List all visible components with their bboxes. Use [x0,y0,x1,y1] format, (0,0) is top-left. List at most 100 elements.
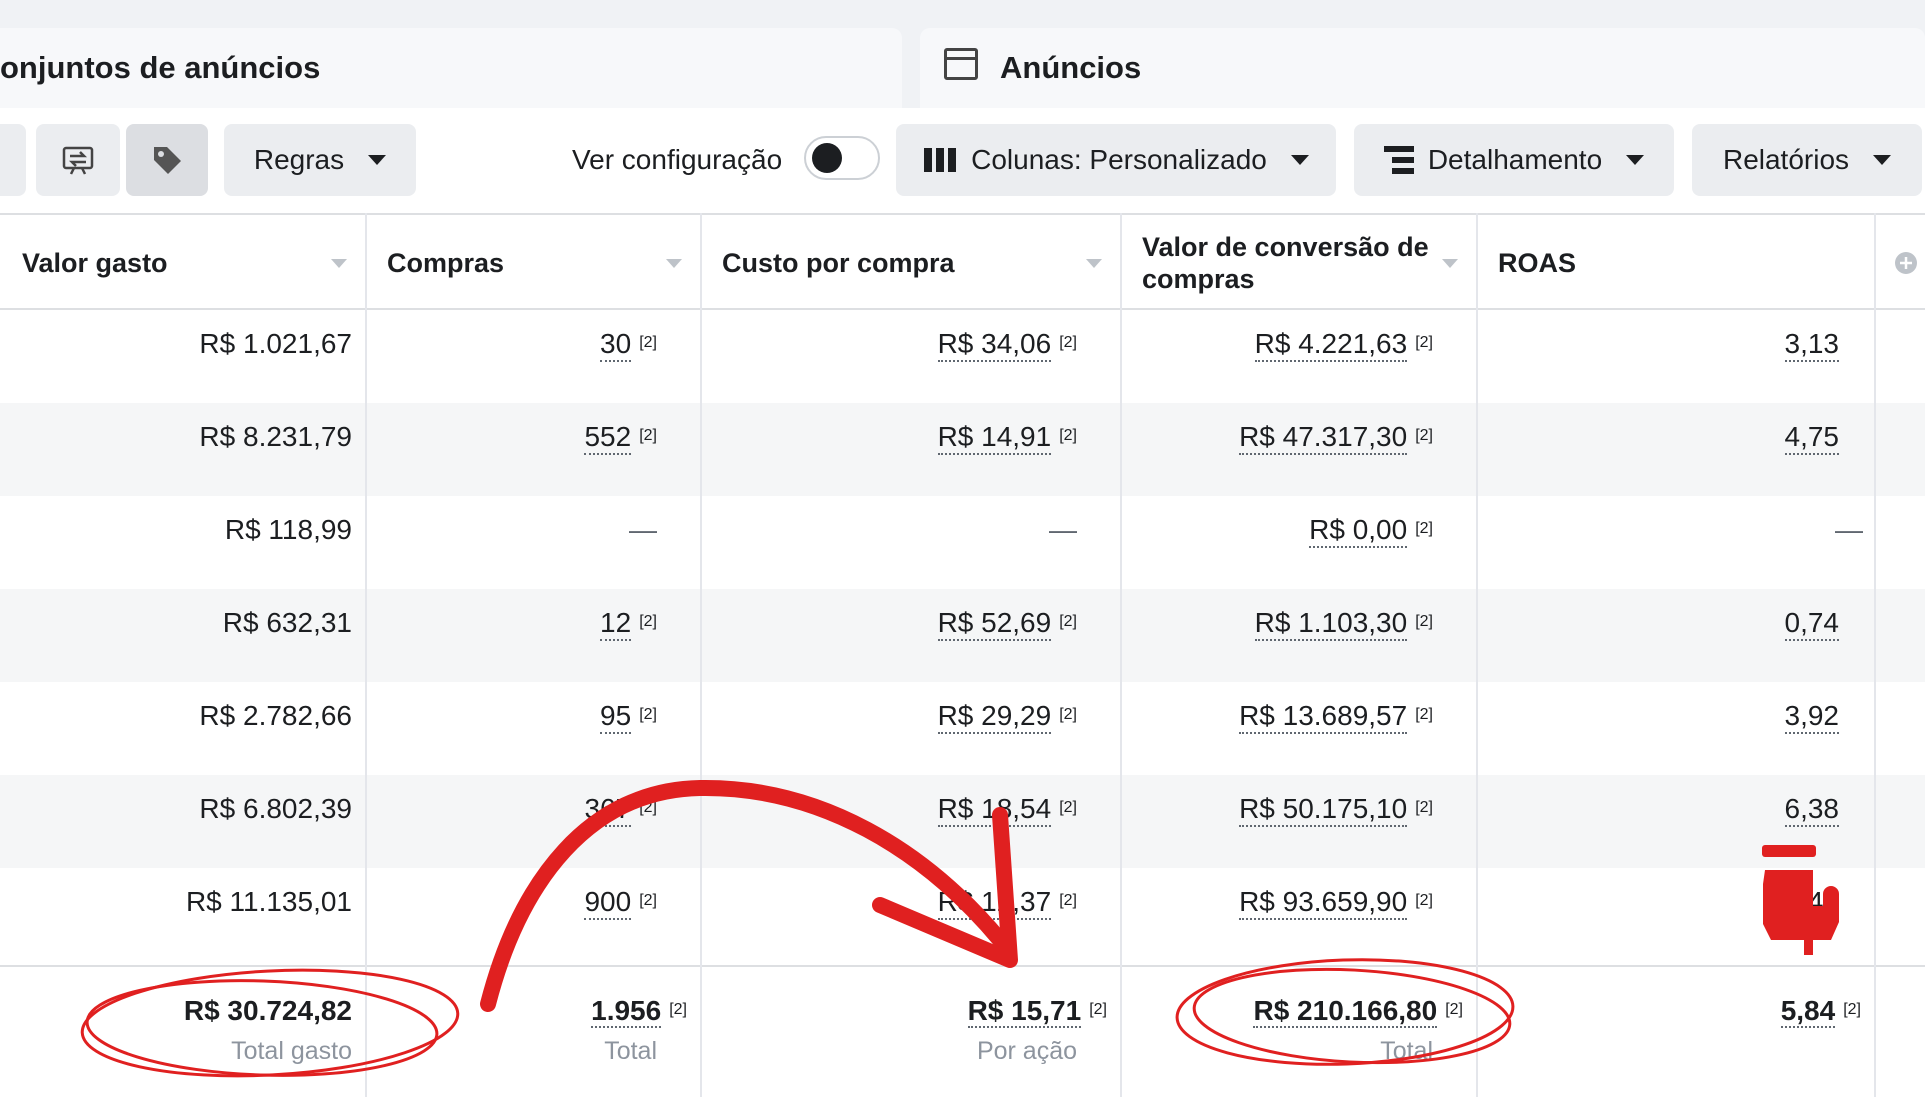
table-row[interactable]: R$ 11.135,01 900 [2] R$ 12,37 [2] R$ 93.659,9… [0,868,1925,961]
sort-caret-icon [331,259,347,268]
chevron-down-icon [1290,155,1309,165]
table-row[interactable]: R$ 1.021,67 30 [2] R$ 34,06 [2] R$ 4.221,63 [2… [0,310,1925,403]
table-row[interactable]: R$ 8.231,79 552 [2] R$ 14,91 [2] R$ 47.317,30… [0,403,1925,496]
total-conversao[interactable]: R$ 210.166,80 [2] [1253,995,1463,1028]
sort-caret-icon [666,259,682,268]
cell-custo[interactable]: R$ 14,91 [2] [937,421,1077,455]
add-column-icon[interactable] [1894,251,1918,275]
table-row[interactable]: R$ 6.802,39 367 [2] R$ 18,54 [2] R$ 50.175,10… [0,775,1925,868]
tag-icon [154,147,181,174]
total-conversao-caption: Total [1380,1037,1433,1065]
totals-row: R$ 30.724,82 Total gasto 1.956 [2] Total … [0,965,1925,1097]
chevron-down-icon [1873,155,1892,165]
rules-dropdown[interactable]: Regras [224,124,416,196]
total-custo[interactable]: R$ 15,71 [2] [967,995,1107,1028]
tabs-bar: onjuntos de anúncios Anúncios [0,0,1925,108]
column-divider [1476,213,1478,1097]
tab-ads-label: Anúncios [1000,50,1142,85]
cell-compras[interactable]: 367 [2] [584,793,657,827]
column-header-conversao[interactable]: Valor de conversão de compras [1120,215,1476,310]
ab-test-icon [62,146,94,175]
column-header-custo[interactable]: Custo por compra [700,215,1120,310]
cell-compras[interactable]: 900 [2] [584,886,657,920]
ad-window-icon [944,48,978,80]
cell-roas[interactable]: 8,41 [1784,886,1839,920]
toggle-knob [812,143,842,173]
columns-label: Colunas: Personalizado [971,144,1267,175]
cell-conversao[interactable]: R$ 93.659,90 [2] [1239,886,1433,920]
column-header-label: ROAS [1498,247,1577,278]
column-divider [700,213,702,1097]
cell-roas[interactable]: 6,38 [1784,793,1839,827]
cell-valor: R$ 2.782,66 [199,700,352,731]
cell-custo[interactable]: R$ 29,29 [2] [937,700,1077,734]
cell-custo[interactable]: R$ 52,69 [2] [937,607,1077,641]
cell-custo[interactable]: R$ 34,06 [2] [937,328,1077,362]
column-divider [1120,213,1122,1097]
breakdown-dropdown[interactable]: Detalhamento [1354,124,1674,196]
cell-conversao[interactable]: R$ 47.317,30 [2] [1239,421,1433,455]
table-row[interactable]: R$ 2.782,66 95 [2] R$ 29,29 [2] R$ 13.689,57[… [0,682,1925,775]
cell-conversao[interactable]: R$ 50.175,10 [2] [1239,793,1433,827]
column-divider [1874,213,1876,1097]
cell-conversao[interactable]: R$ 0,00 [2] [1309,514,1433,548]
cell-roas[interactable]: 3,92 [1784,700,1839,734]
cell-valor: R$ 11.135,01 [185,886,352,917]
toolbar-button-partial[interactable] [0,124,26,196]
column-header-valor-gasto[interactable]: Valor gasto [0,215,365,310]
columns-dropdown[interactable]: Colunas: Personalizado [896,124,1336,196]
cell-custo[interactable]: R$ 12,37 [2] [937,886,1077,920]
view-config-label: Ver configuração [572,144,783,175]
cell-valor: R$ 6.802,39 [199,793,352,824]
breakdown-icon [1383,146,1414,174]
cell-valor: R$ 1.021,67 [199,328,352,359]
cell-conversao[interactable]: R$ 13.689,57 [2] [1239,700,1433,734]
total-compras-caption: Total [604,1037,657,1065]
column-header-compras[interactable]: Compras [365,215,700,310]
cell-valor: R$ 118,99 [224,514,352,545]
cell-roas[interactable]: 4,75 [1784,421,1839,455]
cell-roas: — [1835,514,1863,545]
cell-roas[interactable]: 3,13 [1784,328,1839,362]
column-divider [365,213,367,1097]
table-row[interactable]: R$ 632,31 12 [2] R$ 52,69 [2] R$ 1.103,30 [2] 0… [0,589,1925,682]
cell-valor: R$ 8.231,79 [199,421,352,452]
cell-compras[interactable]: 30 [2] [600,328,657,362]
total-valor-gasto-caption: Total gasto [231,1037,352,1065]
cell-conversao[interactable]: R$ 1.103,30 [2] [1254,607,1433,641]
tab-ads[interactable]: Anúncios [920,28,1925,108]
cell-compras[interactable]: 552 [2] [584,421,657,455]
column-header-label: Valor de conversão de compras [1142,231,1429,294]
rules-label: Regras [253,144,345,175]
total-custo-caption: Por ação [976,1037,1077,1065]
cell-custo: — [1049,514,1077,545]
cell-compras: — [629,514,657,545]
cell-valor: R$ 632,31 [222,607,352,638]
tab-ad-sets-label: onjuntos de anúncios [0,50,321,85]
cell-roas[interactable]: 0,74 [1784,607,1839,641]
column-header-label: Custo por compra [722,247,955,278]
columns-icon [924,148,957,172]
cell-conversao[interactable]: R$ 4.221,63 [2] [1254,328,1433,362]
cell-custo[interactable]: R$ 18,54 [2] [937,793,1077,827]
chevron-down-icon [1626,155,1645,165]
ab-test-button[interactable] [36,124,120,196]
cell-compras[interactable]: 12 [2] [600,607,657,641]
total-compras[interactable]: 1.956 [2] [591,995,687,1028]
ads-table: Valor gasto Compras Custo por compra Val… [0,213,1925,1097]
column-header-label: Valor gasto [22,247,168,278]
table-row[interactable]: R$ 118,99 — — R$ 0,00 [2] — [0,496,1925,589]
tag-button[interactable] [126,124,208,196]
total-valor-gasto: R$ 30.724,82 [183,995,352,1026]
tab-ad-sets[interactable]: onjuntos de anúncios [0,28,902,108]
column-header-roas[interactable]: ROAS [1476,215,1874,310]
view-config-toggle[interactable] [804,136,880,180]
table-header: Valor gasto Compras Custo por compra Val… [0,213,1925,310]
reports-dropdown[interactable]: Relatórios [1692,124,1922,196]
cell-compras[interactable]: 95 [2] [600,700,657,734]
toolbar: Regras Ver configuração Colunas: Persona… [0,108,1925,213]
reports-label: Relatórios [1722,144,1850,175]
chevron-down-icon [368,155,387,165]
breakdown-label: Detalhamento [1427,144,1603,175]
total-roas[interactable]: 5,84 [2] [1780,995,1861,1028]
